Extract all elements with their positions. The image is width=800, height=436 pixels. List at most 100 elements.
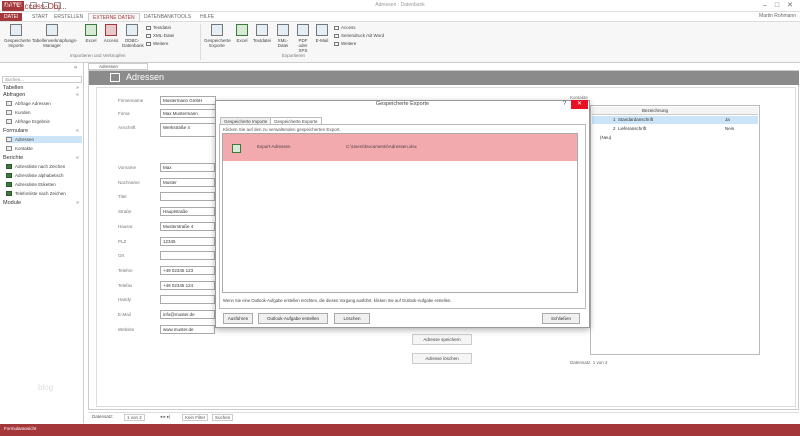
- chevron-left-icon[interactable]: «: [74, 65, 77, 71]
- field-ort[interactable]: [160, 251, 215, 260]
- import-odbc-button[interactable]: ODBC-Datenbank: [122, 24, 144, 48]
- export-access-button[interactable]: Access: [334, 25, 356, 30]
- import-excel-button[interactable]: Excel: [82, 24, 100, 43]
- subform-header-row: Bezeichnung: [592, 107, 758, 115]
- field-website[interactable]: www.muster.de: [160, 325, 215, 334]
- nav-item-report[interactable]: Adressliste Etiketten: [6, 181, 82, 188]
- form-title: Adressen: [126, 72, 165, 82]
- tab-start[interactable]: START: [28, 13, 52, 21]
- label-strasse: Straße: [118, 209, 132, 214]
- form-header: [89, 71, 799, 85]
- close-window-icon[interactable]: ✕: [785, 1, 795, 10]
- filter-status[interactable]: Kein Filter: [182, 414, 209, 421]
- tab-create[interactable]: ERSTELLEN: [50, 13, 87, 21]
- field-plz[interactable]: 12345: [160, 237, 215, 246]
- label-vorname: Vorname: [118, 165, 137, 170]
- field-titel[interactable]: [160, 192, 215, 201]
- field-anschrift[interactable]: Werkstraße 4: [160, 123, 216, 137]
- record-nav-arrows[interactable]: ◂ ▸ ▸|: [160, 414, 170, 420]
- nav-item-report[interactable]: Adressliste nach Zeichen: [6, 163, 82, 170]
- dialog-title: Gespeicherte Exporte: [375, 101, 430, 107]
- tab-help[interactable]: HILFE: [196, 13, 218, 21]
- email-icon: [316, 24, 328, 36]
- chevron-up-icon: «: [75, 92, 79, 98]
- field-firmenname[interactable]: Mustermann GmbH: [160, 96, 216, 105]
- label-titel: Titel: [118, 194, 127, 199]
- field-telefon[interactable]: +49 02345 123: [160, 266, 215, 275]
- nav-category-tables[interactable]: Tabellen»: [3, 85, 81, 91]
- maximize-icon[interactable]: □: [772, 1, 782, 10]
- field-telefax[interactable]: +49 02345 124: [160, 281, 215, 290]
- account-name[interactable]: Martin Rohmann: [759, 13, 796, 19]
- field-vorname[interactable]: Max: [160, 163, 215, 172]
- import-more-button[interactable]: Weitere: [146, 41, 168, 46]
- close-button[interactable]: Schließen: [542, 313, 580, 324]
- export-pdf-button[interactable]: PDF oder XPS: [294, 24, 312, 53]
- save-address-button[interactable]: Adresse speichern: [412, 334, 472, 345]
- nav-item-form[interactable]: Kontakte: [6, 145, 82, 152]
- export-word-merge-button[interactable]: Seriendruck mit Word: [334, 33, 384, 38]
- label-firmenname: Firmenname: [118, 98, 144, 103]
- field-firma[interactable]: Max Mustermann: [160, 109, 216, 118]
- field-strasse[interactable]: Hauptstraße: [160, 207, 215, 216]
- chevron-down-icon: »: [75, 85, 79, 91]
- odbc-icon: [126, 24, 138, 36]
- excel-icon: [232, 144, 241, 153]
- nav-pane-title[interactable]: Alle Access-Obj...: [4, 2, 67, 11]
- saved-exports-button[interactable]: Gespeicherte Exporte: [204, 24, 231, 48]
- close-icon[interactable]: ✕: [571, 100, 588, 109]
- import-xml-button[interactable]: XML-Datei: [146, 33, 174, 38]
- tab-file[interactable]: DATEI: [0, 13, 23, 21]
- export-text-button[interactable]: Textdatei: [252, 24, 272, 43]
- field-hausnr[interactable]: Musterstraße 4: [160, 222, 215, 231]
- nav-category-reports[interactable]: Berichte «: [3, 155, 81, 161]
- nav-category-forms[interactable]: Formulare «: [3, 128, 81, 134]
- nav-item-query[interactable]: Kunden: [6, 109, 82, 116]
- help-icon[interactable]: ?: [563, 101, 566, 107]
- record-position[interactable]: 1 von 2: [124, 414, 145, 421]
- table-row[interactable]: 1 Standardanschrift Ja: [592, 116, 758, 124]
- saved-imports-button[interactable]: Gespeicherte Importe: [4, 24, 31, 48]
- import-access-button[interactable]: Access: [102, 24, 120, 43]
- subform-contacts[interactable]: [590, 105, 760, 355]
- nav-item-report[interactable]: Adressliste alphabetisch: [6, 172, 82, 179]
- linked-table-manager-button[interactable]: Tabellenverknüpfungs-Manager: [32, 24, 77, 48]
- run-button[interactable]: Ausführen: [223, 313, 253, 324]
- delete-button[interactable]: Löschen: [334, 313, 370, 324]
- nav-item-form[interactable]: Adressen: [6, 136, 82, 143]
- nav-item-query[interactable]: Abfrage Ergebnis: [6, 118, 82, 125]
- group-label-import: Importieren und Verknüpfen: [70, 53, 126, 58]
- field-email[interactable]: info@muster.de: [160, 310, 215, 319]
- subform-record-navigator[interactable]: Datensatz: 1 von 2: [570, 360, 608, 365]
- export-excel-button[interactable]: Excel: [234, 24, 250, 43]
- create-outlook-task-button[interactable]: Outlook-Aufgabe erstellen: [258, 313, 328, 324]
- saved-exports-icon: [211, 24, 223, 36]
- nav-search-input[interactable]: Suchen...: [2, 76, 82, 83]
- document-tab-adressen[interactable]: Adressen: [88, 63, 148, 70]
- delete-address-button[interactable]: Adresse löschen: [412, 353, 472, 364]
- label-telefon: Telefon: [118, 268, 133, 273]
- xml-icon: [277, 24, 289, 36]
- nav-category-modules[interactable]: Module»: [3, 200, 81, 206]
- chevron-up-icon: «: [75, 128, 79, 134]
- nav-item-report[interactable]: Telefonliste nach Zeichen: [6, 190, 82, 197]
- export-email-button[interactable]: E-Mail: [314, 24, 330, 43]
- tab-database-tools[interactable]: DATENBANKTOOLS: [140, 13, 195, 21]
- import-text-button[interactable]: Textdatei: [146, 25, 171, 30]
- field-handy[interactable]: [160, 295, 215, 304]
- tab-external-data[interactable]: EXTERNE DATEN: [88, 13, 140, 21]
- access-icon: [334, 25, 339, 30]
- nav-category-queries[interactable]: Abfragen «: [3, 92, 81, 98]
- query-icon: [6, 110, 12, 116]
- nav-item-query[interactable]: Abfrage Adressen: [6, 100, 82, 107]
- export-more-button[interactable]: Weitere: [334, 41, 356, 46]
- export-path: C:\Users\Documents\Adressen.xlsx: [346, 144, 417, 149]
- table-row[interactable]: 2 Lieferanschrift Nein: [592, 125, 758, 133]
- label-anschrift: Anschrift: [118, 125, 136, 130]
- export-xml-button[interactable]: XML-Datei: [274, 24, 292, 48]
- table-row[interactable]: (Neu): [592, 134, 758, 142]
- minimize-icon[interactable]: –: [760, 1, 770, 10]
- record-search-input[interactable]: Suchen: [212, 414, 234, 421]
- report-icon: [6, 191, 12, 197]
- field-nachname[interactable]: Muster: [160, 178, 215, 187]
